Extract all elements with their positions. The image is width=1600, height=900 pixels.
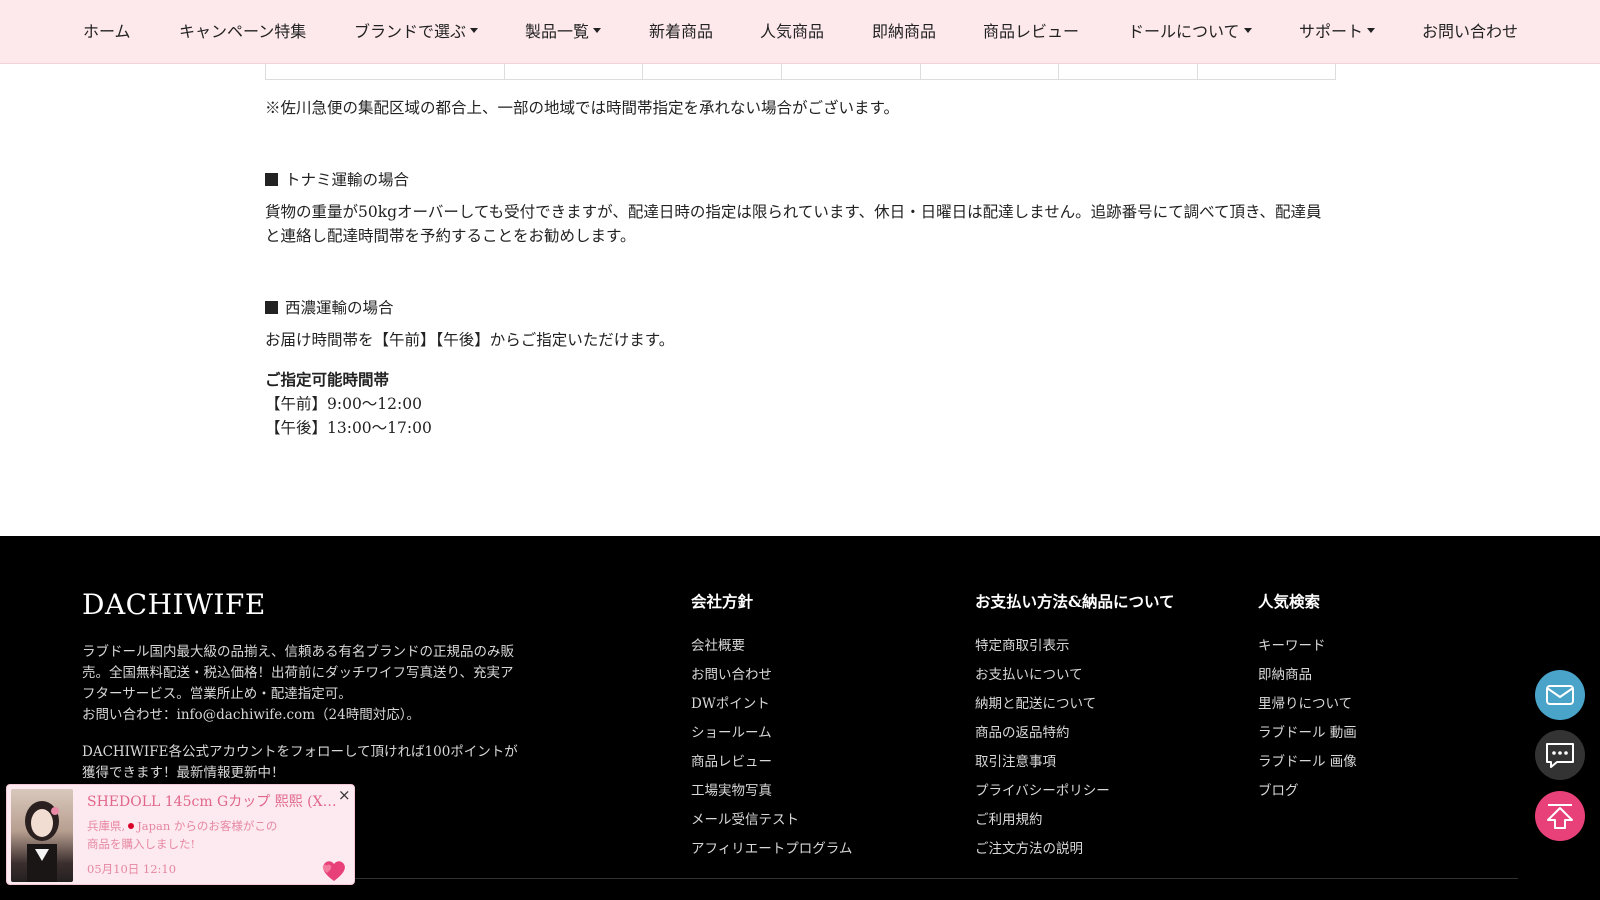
seino-text: お届け時間帯を【午前】【午後】からご指定いただけます。 [265,331,675,349]
nav-item-brand[interactable]: ブランドで選ぶ [354,0,479,64]
footer-link[interactable]: メール受信テスト [691,806,852,835]
footer-link[interactable]: ショールーム [691,719,852,748]
popup-product-title[interactable]: SHEDOLL 145cm Gカップ 熙熙 (Xixi) ヘッド [87,791,337,811]
top-nav: ホーム キャンペーン特集 ブランドで選ぶ 製品一覧 新着商品 人気商品 即納商品… [0,0,1600,64]
footer-link[interactable]: ラブドール 画像 [1258,748,1357,777]
seino-heading: 西濃運輸の場合 [265,296,394,320]
nav-item-label: 人気商品 [760,22,825,41]
footer-link[interactable]: プライバシーポリシー [975,777,1110,806]
footer-link[interactable]: ご注文方法の説明 [975,835,1110,864]
nav-item-about-dolls[interactable]: ドールについて [1128,0,1252,64]
footer-link[interactable]: 特定商取引表示 [975,632,1110,661]
back-to-top-button[interactable] [1535,791,1585,841]
footer-link[interactable]: お支払いについて [975,661,1110,690]
nav-item-label: ドールについて [1128,22,1240,41]
nav-item-label: 商品レビュー [983,22,1080,41]
footer-col-search: キーワード 即納商品 里帰りについて ラブドール 動画 ラブドール 画像 ブログ [1258,632,1357,806]
footer-col-title-payment: お支払い方法&納品について [975,592,1175,611]
footer-link[interactable]: ラブドール 動画 [1258,719,1357,748]
product-thumbnail[interactable] [11,789,73,882]
footer-link[interactable]: 即納商品 [1258,661,1357,690]
caret-down-icon [470,28,479,33]
nav-item-support[interactable]: サポート [1299,0,1376,64]
footer-link[interactable]: 里帰りについて [1258,690,1357,719]
nav-item-contact[interactable]: お問い合わせ [1422,0,1518,64]
nav-item-label: お問い合わせ [1422,22,1519,41]
table-divider [920,64,921,80]
table-divider [781,64,782,80]
popup-location: 兵庫県, [87,819,126,833]
nav-item-label: キャンペーン特集 [179,22,307,41]
footer-link[interactable]: 商品レビュー [691,748,852,777]
tonami-text: 貨物の重量が50kgオーバーしても受付できますが、配達日時の指定は限られています… [265,203,1322,245]
time-am: 【午前】9:00～12:00 [265,395,422,413]
close-icon[interactable]: × [338,786,351,804]
caret-down-icon [1243,28,1252,33]
footer-col-title-company: 会社方針 [691,592,754,611]
footer-col-payment: 特定商取引表示 お支払いについて 納期と配送について 商品の返品特約 取引注意事… [975,632,1110,864]
footer-col-company: 会社概要 お問い合わせ DWポイント ショールーム 商品レビュー 工場実物写真 … [691,632,852,864]
heading-label: トナミ運輸の場合 [285,171,410,189]
square-bullet-icon [265,173,278,186]
delivery-table-bottom [265,64,1336,80]
footer-link[interactable]: 納期と配送について [975,690,1110,719]
footer-link[interactable]: 取引注意事項 [975,748,1110,777]
nav-item-products[interactable]: 製品一覧 [525,0,602,64]
footer-contact-text: お問い合わせ：info@dachiwife.com（24時間対応）。 [82,707,420,723]
nav-item-label: 新着商品 [649,22,714,41]
table-divider [1058,64,1059,80]
caret-down-icon [1367,28,1376,33]
footer-brand[interactable]: DACHIWIFE [82,588,266,621]
table-divider [1197,64,1198,80]
mail-button[interactable] [1535,670,1585,720]
nav-item-new[interactable]: 新着商品 [649,0,713,64]
square-bullet-icon [265,301,278,314]
popup-message: 兵庫県, Japan からのお客様がこの商品を購入しました! [87,817,287,853]
nav-item-label: ホーム [83,22,131,41]
footer-link[interactable]: キーワード [1258,632,1357,661]
footer-link[interactable]: 商品の返品特約 [975,719,1110,748]
time-heading: ご指定可能時間帯 [265,370,390,389]
doll-photo-icon [25,801,59,882]
chat-icon [1546,743,1574,768]
nav-item-home[interactable]: ホーム [83,0,131,64]
nav-item-popular[interactable]: 人気商品 [760,0,824,64]
nav-item-label: サポート [1299,22,1364,41]
nav-item-campaign[interactable]: キャンペーン特集 [179,0,306,64]
table-divider [642,64,643,80]
time-pm: 【午後】13:00～17:00 [265,419,432,437]
heading-label: 西濃運輸の場合 [285,299,394,317]
nav-item-instock[interactable]: 即納商品 [872,0,936,64]
arrow-up-icon [1547,804,1573,829]
nav-item-reviews[interactable]: 商品レビュー [983,0,1079,64]
nav-item-label: 製品一覧 [525,22,590,41]
footer-link[interactable]: 工場実物写真 [691,777,852,806]
footer-link[interactable]: DWポイント [691,690,852,719]
japan-flag-icon [128,823,135,829]
hearts-icon [322,861,345,881]
table-divider [504,64,505,80]
mail-icon [1546,685,1574,705]
nav-item-label: 即納商品 [872,22,937,41]
footer-link[interactable]: お問い合わせ [691,661,852,690]
footer-link[interactable]: ブログ [1258,777,1357,806]
sagawa-note: ※佐川急便の集配区域の都合上、一部の地域では時間帯指定を承れない場合がございます… [265,99,899,117]
footer-follow-text: DACHIWIFE各公式アカウントをフォローして頂ければ100ポイントが獲得でき… [82,744,518,781]
footer-link[interactable]: 会社概要 [691,632,852,661]
tonami-heading: トナミ運輸の場合 [265,168,409,192]
footer-link[interactable]: アフィリエートプログラム [691,835,852,864]
footer-description: ラブドール国内最大級の品揃え、信頼ある有名ブランドの正規品のみ販売。全国無料配送… [82,642,522,726]
footer-link[interactable]: ご利用規約 [975,806,1110,835]
footer-col-title-search: 人気検索 [1258,592,1321,611]
popup-time: 05月10日 12:10 [87,862,177,876]
chat-button[interactable] [1535,730,1585,780]
nav-item-label: ブランドで選ぶ [354,22,467,41]
recent-purchase-popup[interactable]: SHEDOLL 145cm Gカップ 熙熙 (Xixi) ヘッド 兵庫県,Jap… [6,784,355,885]
caret-down-icon [593,28,602,33]
footer-desc-text: ラブドール国内最大級の品揃え、信頼ある有名ブランドの正規品のみ販売。全国無料配送… [82,644,514,702]
